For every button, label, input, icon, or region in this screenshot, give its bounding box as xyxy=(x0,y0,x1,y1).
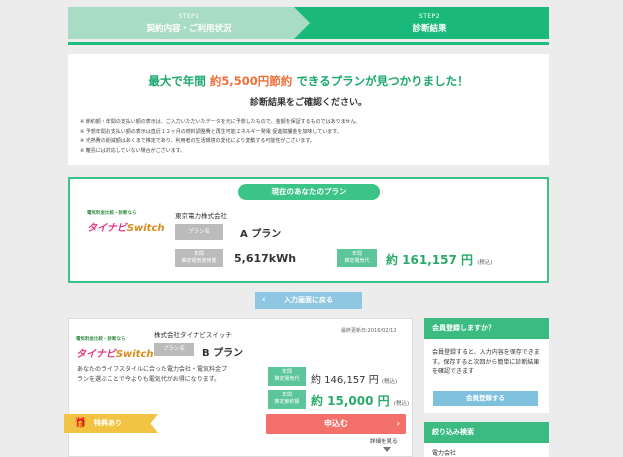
saving-value: 約 15,000 円 (税込) xyxy=(311,392,409,409)
plan-name: A プラン xyxy=(240,229,282,240)
back-to-input-button[interactable]: ‹ 入力画面に戻る xyxy=(255,292,362,309)
usage-tag-line1: 年間 xyxy=(193,251,204,257)
company-name: 株式会社タイナビスイッチ xyxy=(154,331,232,339)
plan-description: あなたのライフスタイルに合った電力会社・電気料金プランを選ぶことで今よりも電気代… xyxy=(77,366,228,383)
filter-item[interactable]: 電力会社 xyxy=(432,449,456,457)
logo-tagline: 電気料金比較・診断なら xyxy=(76,337,126,342)
logo-switch: Switch xyxy=(115,349,154,360)
note: ※ 離島には対応していない場合がございます。 xyxy=(80,147,186,154)
step-1-title: 契約内容・ご利用状況 xyxy=(146,24,232,34)
chevron-right-icon: › xyxy=(396,419,400,428)
logo-brand: タイナビ xyxy=(87,223,127,234)
usage-value: 5,617kWh xyxy=(234,252,297,265)
tax-note: (税込) xyxy=(381,379,398,385)
tax-note: (税込) xyxy=(393,401,410,407)
filter-title: 絞り込み検索 xyxy=(424,422,549,443)
register-title: 会員登録しますか？ xyxy=(424,318,549,339)
result-headline: 最大で年間 約5,500円節約 できるプランが見つかりました！ xyxy=(68,73,549,89)
plan-name-tag: プラン名 xyxy=(154,343,194,356)
logo-brand: タイナビ xyxy=(76,349,116,360)
saving-tag: 年間 推定節約額 xyxy=(268,390,306,409)
cost-tag-line1: 年間 xyxy=(351,251,362,257)
logo-switch: Switch xyxy=(126,223,165,234)
last-updated: 最終更新日:2016/02/12 xyxy=(341,328,397,334)
note: ※ 節約額・年間の支払い額の表示は、ご入力いただいたデータを元に予想したもので、… xyxy=(80,119,361,125)
cost-tag-line2: 推定電気代 xyxy=(344,258,370,264)
current-plan-badge: 現在のあなたのプラン xyxy=(238,184,380,200)
saving-tag-line2: 推定節約額 xyxy=(274,399,300,405)
cost-value: 約 161,157 円 (税込) xyxy=(386,251,493,268)
step-1: STEP1 契約内容・ご利用状況 xyxy=(68,7,310,39)
plan-result-card: 電気料金比較・診断なら タイナビSwitch 株式会社タイナビスイッチ 最終更新… xyxy=(68,318,413,457)
saving-tag-line1: 年間 xyxy=(281,392,292,398)
company-name: 東京電力株式会社 xyxy=(175,212,227,220)
cost-value: 約 146,157 円 (税込) xyxy=(311,371,397,386)
filter-panel: 絞り込み検索 電力会社 xyxy=(424,422,549,457)
saving-amount: 約 15,000 円 xyxy=(311,394,390,408)
plan-name: B プラン xyxy=(202,348,244,359)
apply-button[interactable]: 申込む › xyxy=(266,414,406,434)
step-2-label: STEP2 xyxy=(418,13,441,20)
back-button-label: 入力画面に戻る xyxy=(284,296,333,304)
note: ※ 予想年間お支払い額の表示は直近１２ヶ月の燃料調整費と再生可能エネルギー発電 … xyxy=(80,128,342,135)
chevron-left-icon: ‹ xyxy=(262,295,266,305)
register-panel: 会員登録しますか？ 会員登録すると、入力内容を保存できます。保存すると次回から簡… xyxy=(424,318,549,413)
apply-label: 申込む xyxy=(324,419,348,428)
step-2-title: 診断結果 xyxy=(412,24,447,34)
benefit-label: 特典あり xyxy=(94,419,122,427)
chevron-down-icon[interactable] xyxy=(383,447,391,452)
headline-suffix: できるプランが見つかりました！ xyxy=(296,74,469,88)
step-2: STEP2 診断結果 xyxy=(294,7,549,39)
current-plan-panel: 現在のあなたのプラン 電気料金比較・診断なら タイナビSwitch 東京電力株式… xyxy=(68,177,549,283)
headline-amount: 約5,500円節約 xyxy=(209,74,293,88)
cost-amount: 約 161,157 円 xyxy=(386,253,474,267)
cost-tag-line1: 年間 xyxy=(281,369,292,375)
cost-tag-line2: 推定電気代 xyxy=(274,376,300,382)
register-button[interactable]: 会員登録する xyxy=(433,391,538,406)
result-subhead: 診断結果をご確認ください。 xyxy=(249,98,367,108)
headline-prefix: 最大で年間 xyxy=(148,74,206,88)
cost-tag: 年間 推定電気代 xyxy=(337,249,377,267)
gift-icon: 🎁 xyxy=(74,418,87,429)
note: ※ 光熱費の削減額はあくまで推定であり、利用者の生活環境の変化により変動する可能… xyxy=(80,138,315,144)
tainavi-switch-logo: 電気料金比較・診断なら タイナビSwitch xyxy=(76,336,154,361)
view-details-link[interactable]: 詳細を見る xyxy=(370,437,398,445)
benefit-ribbon: 🎁 特典あり xyxy=(64,414,158,433)
divider xyxy=(68,42,549,45)
logo-tagline: 電気料金比較・診断なら xyxy=(87,211,137,216)
register-text: 会員登録すると、入力内容を保存できます。保存すると次回から簡単に診断結果を確認で… xyxy=(432,349,540,375)
tax-note: (税込) xyxy=(477,260,493,266)
step-1-label: STEP1 xyxy=(178,13,200,20)
usage-tag: 年間 推定電気使用量 xyxy=(175,249,223,267)
result-summary: 最大で年間 約5,500円節約 できるプランが見つかりました！ 診断結果をご確認… xyxy=(68,54,549,165)
usage-tag-line2: 推定電気使用量 xyxy=(181,258,217,264)
plan-name-tag: プラン名 xyxy=(175,224,223,240)
step-progress: STEP1 契約内容・ご利用状況 STEP2 診断結果 xyxy=(68,7,549,39)
disclaimer-notes: ※ 節約額・年間の支払い額の表示は、ご入力いただいたデータを元に予想したもので、… xyxy=(80,118,360,156)
tainavi-switch-logo: 電気料金比較・診断なら タイナビSwitch xyxy=(87,210,165,235)
cost-tag: 年間 推定電気代 xyxy=(268,367,306,386)
cost-amount: 約 146,157 円 xyxy=(311,375,379,386)
